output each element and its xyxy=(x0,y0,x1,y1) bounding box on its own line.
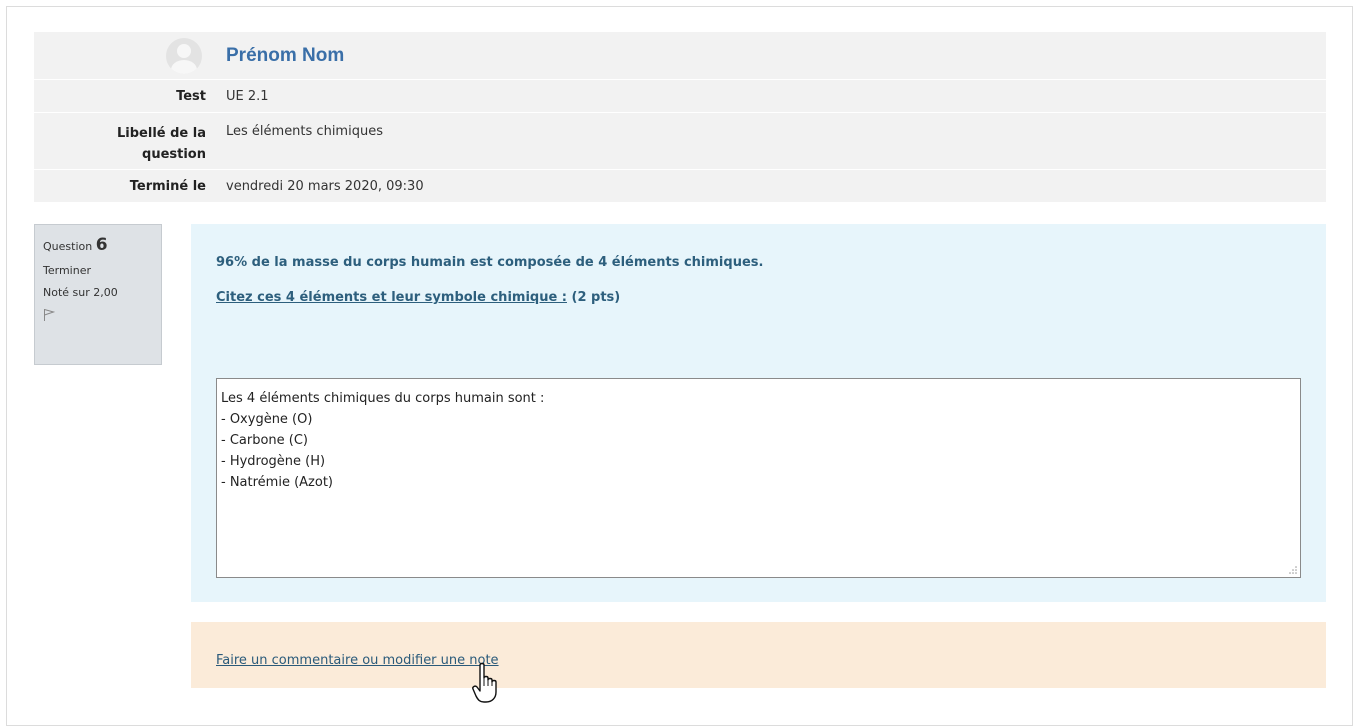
user-avatar-cell xyxy=(34,37,212,74)
question-status: Terminer xyxy=(43,264,91,277)
answer-line: - Oxygène (O) xyxy=(221,412,313,427)
test-label: Test xyxy=(176,88,206,104)
question-intro: 96% de la masse du corps humain est comp… xyxy=(216,255,764,270)
question-grade: Noté sur 2,00 xyxy=(43,286,118,299)
avatar[interactable] xyxy=(166,37,202,74)
comment-or-grade-link[interactable]: Faire un commentaire ou modifier une not… xyxy=(216,653,499,668)
resize-grip-icon[interactable] xyxy=(1288,565,1297,574)
answer-line: - Carbone (C) xyxy=(221,433,309,448)
question-label-value: Les éléments chimiques xyxy=(226,124,383,139)
answer-textarea[interactable]: Les 4 éléments chimiques du corps humain… xyxy=(216,378,1301,578)
finished-label: Terminé le xyxy=(129,178,206,194)
summary-row-question-label: Libellé de la question Les éléments chim… xyxy=(34,113,1326,170)
question-prompt: Citez ces 4 éléments et leur symbole chi… xyxy=(216,290,620,305)
hand-cursor-icon xyxy=(472,662,497,703)
question-label-line1: Libellé de la xyxy=(117,126,206,141)
question-label-line2: question xyxy=(142,147,206,162)
attempt-summary-table: Prénom Nom Test UE 2.1 Libellé de la que… xyxy=(34,32,1326,203)
summary-row-user: Prénom Nom xyxy=(34,32,1326,80)
question-number-value: 6 xyxy=(95,235,108,255)
question-info-box: Question 6 Terminer Noté sur 2,00 xyxy=(34,224,162,365)
summary-row-finished: Terminé le vendredi 20 mars 2020, 09:30 xyxy=(34,170,1326,203)
answer-line: - Natrémie (Azot) xyxy=(221,475,333,490)
comment-area: Faire un commentaire ou modifier une not… xyxy=(191,622,1326,688)
summary-row-test: Test UE 2.1 xyxy=(34,80,1326,113)
question-points: (2 pts) xyxy=(567,290,621,305)
question-number: Question 6 xyxy=(43,235,161,255)
answer-line: Les 4 éléments chimiques du corps humain… xyxy=(221,391,545,406)
question-prompt-text: Citez ces 4 éléments et leur symbole chi… xyxy=(216,290,567,305)
question-prefix: Question xyxy=(43,240,93,253)
answer-line: - Hydrogène (H) xyxy=(221,454,326,469)
question-label-label: Libellé de la question xyxy=(34,123,212,165)
user-name[interactable]: Prénom Nom xyxy=(212,45,1326,67)
question-content: 96% de la masse du corps humain est comp… xyxy=(191,224,1326,602)
flag-icon[interactable] xyxy=(43,308,56,322)
finished-value: vendredi 20 mars 2020, 09:30 xyxy=(226,178,424,194)
test-value: UE 2.1 xyxy=(226,88,269,104)
